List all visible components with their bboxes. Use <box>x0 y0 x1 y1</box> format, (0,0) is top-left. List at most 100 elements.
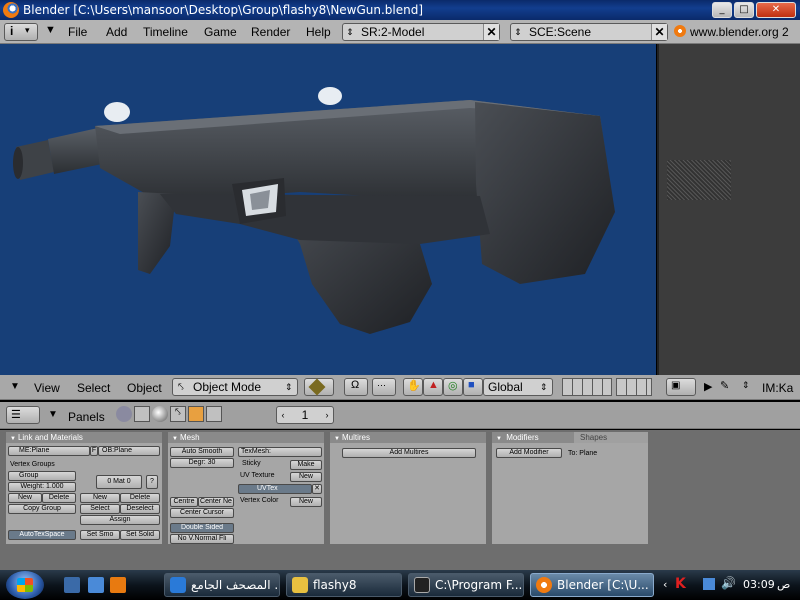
menu-object[interactable]: Object <box>127 381 162 395</box>
menu-view[interactable]: View <box>34 381 60 395</box>
layer-buttons-1[interactable] <box>562 378 612 396</box>
collapse-buttons-icon[interactable]: ▼ <box>48 409 58 420</box>
material-index-field[interactable]: 0 Mat 0 <box>96 475 142 489</box>
tab-modifiers[interactable]: ▼ Modifiers <box>492 432 574 443</box>
uvtex-layer[interactable]: UVTex <box>238 484 312 494</box>
collapse-menu-icon[interactable]: ▼ <box>45 24 56 36</box>
volume-icon[interactable]: 🔊 <box>721 576 736 590</box>
manipulator-scale-button[interactable]: ■ <box>463 378 483 396</box>
layers-toggle-button[interactable]: ⋯ <box>372 378 396 396</box>
center-new-button[interactable]: Center Ne <box>198 497 234 507</box>
frame-field[interactable]: ‹ 1 › <box>276 406 334 424</box>
image-editor-panel[interactable] <box>657 44 800 375</box>
maximize-button[interactable]: □ <box>734 2 754 18</box>
menu-game[interactable]: Game <box>204 25 237 39</box>
panels-menu[interactable]: Panels <box>68 410 105 424</box>
frame-value[interactable]: 1 <box>289 408 321 422</box>
material-deselect-button[interactable]: Deselect <box>120 504 160 514</box>
switch-windows-icon[interactable] <box>88 577 104 593</box>
manipulator-rotate-button[interactable]: ◎ <box>443 378 463 396</box>
tab-shapes[interactable]: Shapes <box>574 432 648 443</box>
layer-buttons-2[interactable] <box>616 378 652 396</box>
material-delete-button[interactable]: Delete <box>120 493 160 503</box>
no-vnormal-flip-toggle[interactable]: No V.Normal Fli <box>170 534 234 544</box>
weight-field[interactable]: Weight: 1.000 <box>8 482 76 492</box>
menu-help[interactable]: Help <box>306 25 331 39</box>
scene-name[interactable]: SCE:Scene <box>525 25 651 39</box>
manipulator-translate-button[interactable]: ▲ <box>423 378 443 396</box>
taskbar-item-browser[interactable]: المصحف الجامع ... <box>164 573 280 597</box>
collapse-header-icon[interactable]: ▼ <box>10 381 20 392</box>
close-window-button[interactable]: ✕ <box>756 2 796 18</box>
object-name-field[interactable]: OB:Plane <box>98 446 160 456</box>
auto-smooth-toggle[interactable]: Auto Smooth <box>170 447 234 457</box>
chevron-right-icon[interactable]: › <box>321 410 333 420</box>
screen-browse-icon[interactable]: ⇕ <box>343 27 357 38</box>
chevron-left-icon[interactable]: ‹ <box>277 410 289 420</box>
object-context-icon[interactable]: ⤣ <box>170 406 186 422</box>
scene-selector[interactable]: ⇕ SCE:Scene ✕ <box>510 23 668 41</box>
material-assign-button[interactable]: Assign <box>80 515 160 525</box>
image-editor-type-button[interactable]: ▣ <box>666 378 696 396</box>
autotexspace-toggle[interactable]: AutoTexSpace <box>8 530 76 540</box>
fake-user-button[interactable]: F <box>90 446 98 456</box>
clock-time[interactable]: 03:09 <box>743 578 775 591</box>
mode-value[interactable]: Object Mode <box>189 380 285 394</box>
uvtex-delete-icon[interactable]: ✕ <box>312 484 322 494</box>
taskbar-item-cmd[interactable]: C:\Program F... <box>408 573 524 597</box>
menu-render[interactable]: Render <box>251 25 290 39</box>
image-name[interactable]: IM:Ka <box>762 381 793 395</box>
media-player-icon[interactable] <box>110 577 126 593</box>
minimize-button[interactable]: _ <box>712 2 732 18</box>
antivirus-icon[interactable]: K <box>675 576 686 592</box>
centre-button[interactable]: Centre <box>170 497 198 507</box>
material-select-button[interactable]: Select <box>80 504 120 514</box>
set-solid-button[interactable]: Set Solid <box>120 530 160 540</box>
menu-select[interactable]: Select <box>77 381 110 395</box>
scene-context-icon[interactable] <box>206 406 222 422</box>
vgroup-new-button[interactable]: New <box>8 493 42 503</box>
add-multires-button[interactable]: Add Multires <box>342 448 476 458</box>
mode-selector[interactable]: ⤣ Object Mode ⇕ <box>172 378 298 396</box>
show-desktop-icon[interactable] <box>64 577 80 593</box>
start-button[interactable] <box>6 571 44 599</box>
scene-delete-icon[interactable]: ✕ <box>651 24 667 40</box>
pivot-button[interactable]: Ω <box>344 378 368 396</box>
degr-field[interactable]: Degr: 30 <box>170 458 234 468</box>
uv-texture-new-button[interactable]: New <box>290 472 322 482</box>
draw-type-button[interactable] <box>304 378 334 396</box>
menu-file[interactable]: File <box>68 25 87 39</box>
material-help-button[interactable]: ? <box>146 475 158 489</box>
network-icon[interactable] <box>703 578 715 590</box>
buttons-editor-type-button[interactable]: ☰ <box>6 406 40 424</box>
material-new-button[interactable]: New <box>80 493 120 503</box>
menu-add[interactable]: Add <box>106 25 127 39</box>
context-buttons[interactable]: ⤣ <box>116 406 232 425</box>
clock-ampm[interactable]: ص <box>777 578 790 591</box>
orientation-value[interactable]: Global <box>484 380 540 394</box>
taskbar-item-blender[interactable]: Blender [C:\U... <box>530 573 654 597</box>
menu-timeline[interactable]: Timeline <box>143 25 188 39</box>
double-sided-toggle[interactable]: Double Sided <box>170 523 234 533</box>
set-smooth-button[interactable]: Set Smo <box>80 530 120 540</box>
mesh-name-field[interactable]: ME:Plane <box>8 446 90 456</box>
editing-context-icon[interactable] <box>188 406 204 422</box>
script-context-icon[interactable] <box>134 406 150 422</box>
texmesh-field[interactable]: TexMesh: <box>238 447 322 457</box>
screen-selector[interactable]: ⇕ SR:2-Model ✕ <box>342 23 500 41</box>
editor-type-info-button[interactable]: i ▾ <box>4 23 38 41</box>
panel-header[interactable]: ▼ Multires <box>330 432 486 443</box>
copy-group-button[interactable]: Copy Group <box>8 504 76 514</box>
add-modifier-button[interactable]: Add Modifier <box>496 448 562 458</box>
taskbar-item-flashy8[interactable]: flashy8 <box>286 573 402 597</box>
center-cursor-button[interactable]: Center Cursor <box>170 508 234 518</box>
vertex-group-selector[interactable]: Group <box>8 471 76 481</box>
chevron-updown-icon[interactable]: ⇕ <box>742 380 750 391</box>
panel-header[interactable]: ▼ Link and Materials <box>6 432 162 443</box>
vgroup-delete-button[interactable]: Delete <box>42 493 76 503</box>
shading-context-icon[interactable] <box>152 406 168 422</box>
panel-header[interactable]: ▼ Mesh <box>168 432 324 443</box>
scene-browse-icon[interactable]: ⇕ <box>511 27 525 38</box>
screen-name[interactable]: SR:2-Model <box>357 25 483 39</box>
orientation-selector[interactable]: Global ⇕ <box>483 378 553 396</box>
